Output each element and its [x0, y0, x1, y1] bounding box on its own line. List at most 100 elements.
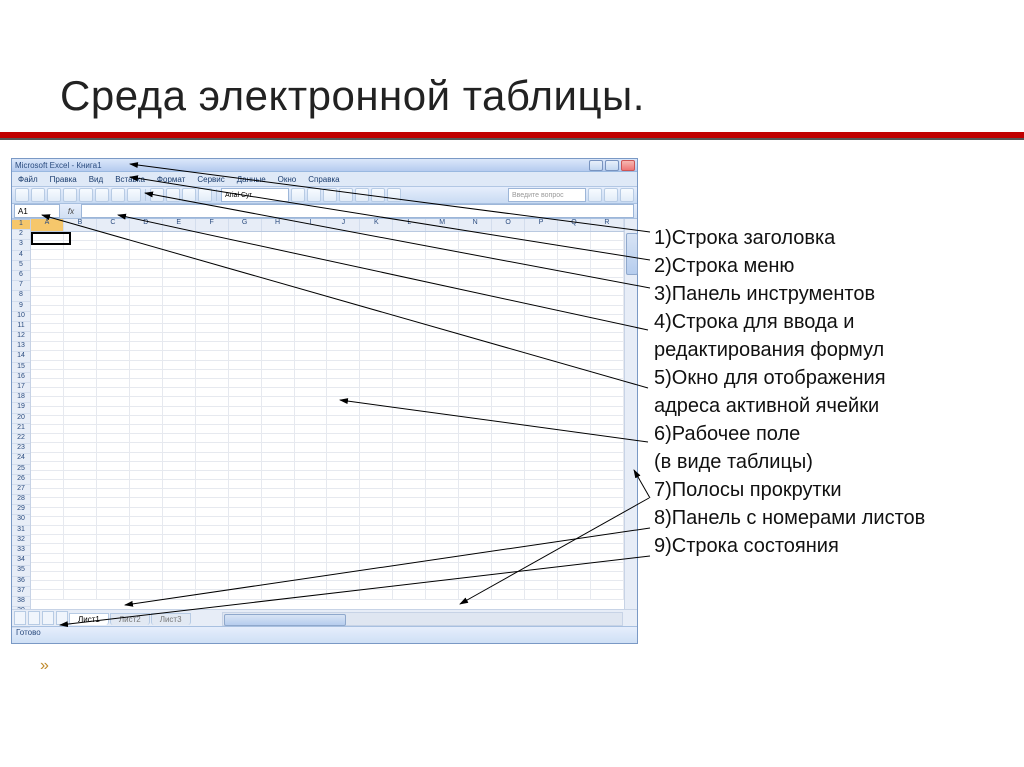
font-selector[interactable]: Arial Cyr: [221, 188, 289, 202]
name-box[interactable]: A1: [14, 204, 60, 218]
close-button[interactable]: [621, 160, 635, 171]
row-header[interactable]: 9: [12, 302, 30, 312]
formula-input[interactable]: [81, 204, 634, 218]
menu-view[interactable]: Вид: [83, 175, 109, 184]
toolbar-button[interactable]: [95, 188, 109, 202]
sheet-tab-3[interactable]: Лист3: [151, 613, 191, 625]
row-header[interactable]: 24: [12, 454, 30, 464]
column-header[interactable]: L: [393, 219, 426, 231]
vertical-scroll-thumb[interactable]: [626, 233, 638, 275]
menu-edit[interactable]: Правка: [44, 175, 83, 184]
cells-area[interactable]: [31, 232, 624, 600]
row-header[interactable]: 28: [12, 495, 30, 505]
row-header[interactable]: 20: [12, 414, 30, 424]
horizontal-scrollbar[interactable]: [222, 612, 623, 626]
column-header[interactable]: C: [97, 219, 130, 231]
toolbar-button[interactable]: [150, 188, 164, 202]
help-search-box[interactable]: Введите вопрос: [508, 188, 586, 202]
column-header[interactable]: F: [196, 219, 229, 231]
row-header[interactable]: 26: [12, 475, 30, 485]
row-header[interactable]: 17: [12, 383, 30, 393]
toolbar-button[interactable]: [198, 188, 212, 202]
row-header[interactable]: 32: [12, 536, 30, 546]
row-header[interactable]: 1: [12, 220, 30, 230]
toolbar-button[interactable]: [63, 188, 77, 202]
toolbar-button[interactable]: [127, 188, 141, 202]
sheet-tab-2[interactable]: Лист2: [110, 613, 150, 625]
row-header[interactable]: 6: [12, 271, 30, 281]
row-header[interactable]: 23: [12, 444, 30, 454]
sheet-nav-next[interactable]: [42, 611, 54, 625]
column-header[interactable]: J: [327, 219, 360, 231]
toolbar-button[interactable]: [323, 188, 337, 202]
row-header[interactable]: 30: [12, 515, 30, 525]
row-header[interactable]: 22: [12, 434, 30, 444]
column-header[interactable]: M: [426, 219, 459, 231]
toolbar-button[interactable]: [604, 188, 618, 202]
column-header[interactable]: K: [360, 219, 393, 231]
menu-data[interactable]: Данные: [231, 175, 272, 184]
menu-format[interactable]: Формат: [151, 175, 191, 184]
toolbar-button[interactable]: [111, 188, 125, 202]
row-header[interactable]: 18: [12, 393, 30, 403]
toolbar-button[interactable]: [15, 188, 29, 202]
minimize-button[interactable]: [589, 160, 603, 171]
menu-file[interactable]: Файл: [12, 175, 44, 184]
toolbar-button[interactable]: [339, 188, 353, 202]
row-header[interactable]: 29: [12, 505, 30, 515]
row-header[interactable]: 5: [12, 261, 30, 271]
row-header[interactable]: 35: [12, 566, 30, 576]
sheet-tab-1[interactable]: Лист1: [69, 613, 109, 625]
row-header[interactable]: 19: [12, 403, 30, 413]
column-header[interactable]: E: [163, 219, 196, 231]
toolbar-button[interactable]: [31, 188, 45, 202]
column-header[interactable]: H: [262, 219, 295, 231]
row-header[interactable]: 25: [12, 465, 30, 475]
menu-insert[interactable]: Вставка: [109, 175, 151, 184]
row-header[interactable]: 2: [12, 230, 30, 240]
toolbar-button[interactable]: [387, 188, 401, 202]
row-header[interactable]: 33: [12, 546, 30, 556]
row-header[interactable]: 14: [12, 352, 30, 362]
menu-window[interactable]: Окно: [272, 175, 303, 184]
row-header[interactable]: 21: [12, 424, 30, 434]
toolbar-button[interactable]: [79, 188, 93, 202]
row-header[interactable]: 10: [12, 312, 30, 322]
column-header[interactable]: I: [295, 219, 328, 231]
column-header[interactable]: P: [525, 219, 558, 231]
column-header[interactable]: B: [64, 219, 97, 231]
column-header[interactable]: Q: [558, 219, 591, 231]
row-header[interactable]: 11: [12, 322, 30, 332]
row-header[interactable]: 3: [12, 240, 30, 250]
row-header[interactable]: 38: [12, 597, 30, 607]
row-header[interactable]: 34: [12, 556, 30, 566]
toolbar-button[interactable]: [371, 188, 385, 202]
fx-label[interactable]: fx: [64, 207, 78, 216]
horizontal-scroll-thumb[interactable]: [224, 614, 346, 626]
toolbar-button[interactable]: [291, 188, 305, 202]
column-header[interactable]: R: [591, 219, 624, 231]
row-header[interactable]: 15: [12, 363, 30, 373]
toolbar-button[interactable]: [182, 188, 196, 202]
vertical-scrollbar[interactable]: [624, 219, 637, 609]
sheet-nav-first[interactable]: [14, 611, 26, 625]
sheet-nav-prev[interactable]: [28, 611, 40, 625]
sheet-nav-last[interactable]: [56, 611, 68, 625]
toolbar-button[interactable]: [47, 188, 61, 202]
column-header[interactable]: D: [130, 219, 163, 231]
menu-service[interactable]: Сервис: [191, 175, 230, 184]
row-header[interactable]: 36: [12, 577, 30, 587]
row-header[interactable]: 31: [12, 526, 30, 536]
maximize-button[interactable]: [605, 160, 619, 171]
toolbar-button[interactable]: [588, 188, 602, 202]
column-header[interactable]: A: [31, 219, 64, 231]
toolbar-button[interactable]: [307, 188, 321, 202]
row-header[interactable]: 4: [12, 251, 30, 261]
toolbar-button[interactable]: [166, 188, 180, 202]
row-header[interactable]: 13: [12, 342, 30, 352]
menu-help[interactable]: Справка: [302, 175, 345, 184]
row-header[interactable]: 12: [12, 332, 30, 342]
row-header[interactable]: 37: [12, 587, 30, 597]
row-header[interactable]: 7: [12, 281, 30, 291]
toolbar-button[interactable]: [620, 188, 634, 202]
